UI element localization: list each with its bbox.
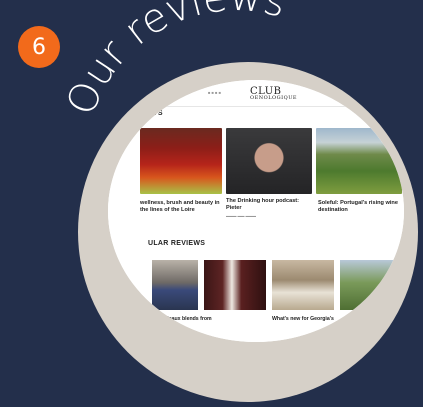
card-image-vineyard[interactable] xyxy=(140,128,222,194)
card-title[interactable]: The Drinking hour podcast: Pieter xyxy=(226,198,312,212)
website-screenshot: ■ ■ ■ ■ CLUB OENOLOGIQUE RTS wellness, b… xyxy=(108,80,404,342)
nav-links: ■ ■ ■ ■ xyxy=(208,90,221,95)
site-logo: CLUB OENOLOGIQUE xyxy=(250,86,298,101)
review-thumbnail[interactable] xyxy=(340,260,400,310)
site-header: ■ ■ ■ ■ CLUB OENOLOGIQUE xyxy=(108,80,404,107)
review-thumbnail[interactable] xyxy=(152,260,198,310)
website-page: ■ ■ ■ ■ CLUB OENOLOGIQUE RTS wellness, b… xyxy=(108,80,404,342)
card-image-podcast[interactable] xyxy=(226,128,312,194)
card-meta: ▬▬▬ ▬▬ ▬▬▬ xyxy=(226,214,256,218)
review-title[interactable]: n Bordeaux blends from xyxy=(152,316,212,323)
section-title-reports: RTS xyxy=(148,110,163,117)
review-title[interactable]: What's new for Georgia's xyxy=(272,316,342,323)
review-thumbnail[interactable] xyxy=(204,260,266,310)
card-title[interactable]: wellness, brush and beauty in the lines … xyxy=(140,200,220,214)
review-thumbnail[interactable] xyxy=(272,260,334,310)
card-title[interactable]: Soleful: Portugal's rising wine destinat… xyxy=(318,200,402,214)
section-title-popular-reviews: ULAR REVIEWS xyxy=(148,240,206,247)
card-image-portugal[interactable] xyxy=(316,128,402,194)
